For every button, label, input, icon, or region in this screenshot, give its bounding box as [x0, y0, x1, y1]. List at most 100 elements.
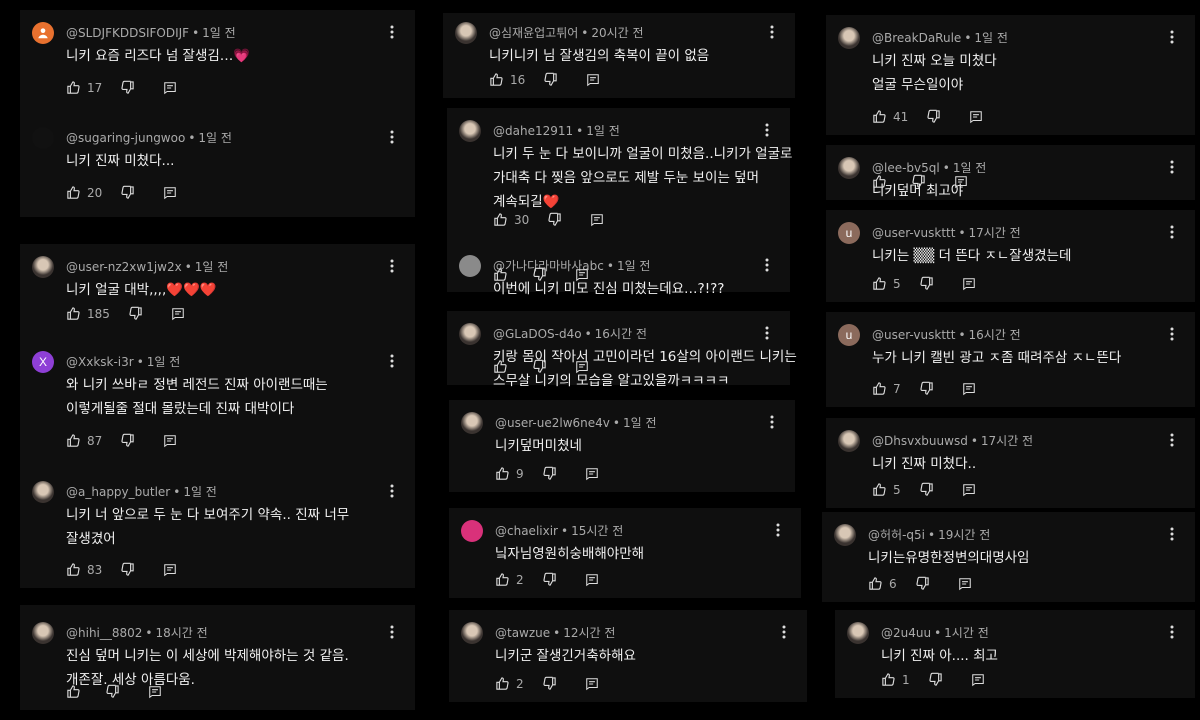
more-vert-icon[interactable]	[760, 122, 774, 138]
like-button[interactable]: 30	[493, 212, 529, 227]
like-button[interactable]: 6	[868, 576, 897, 591]
reply-button[interactable]	[163, 186, 177, 200]
dislike-button[interactable]	[915, 576, 930, 591]
comment-time[interactable]: 1일 전	[617, 259, 651, 273]
more-vert-icon[interactable]	[765, 24, 779, 40]
reply-button[interactable]	[971, 673, 985, 687]
comment-author[interactable]: @user-vuskttt	[872, 226, 955, 240]
avatar[interactable]	[459, 323, 481, 345]
more-vert-icon[interactable]	[385, 483, 399, 499]
comment-author[interactable]: @lee-bv5ql	[872, 161, 940, 175]
avatar[interactable]	[32, 127, 54, 149]
comment-time[interactable]: 1일 전	[974, 31, 1008, 45]
comment-author[interactable]: @심재윤업고튀어	[489, 26, 578, 40]
like-button[interactable]: 83	[66, 562, 102, 577]
like-button[interactable]: 41	[872, 109, 908, 124]
comment-time[interactable]: 1일 전	[183, 485, 217, 499]
like-button[interactable]: 1	[881, 672, 910, 687]
comment-time[interactable]: 17시간 전	[981, 434, 1033, 448]
more-vert-icon[interactable]	[385, 24, 399, 40]
more-vert-icon[interactable]	[760, 257, 774, 273]
more-vert-icon[interactable]	[760, 325, 774, 341]
dislike-button[interactable]	[120, 433, 135, 448]
comment-time[interactable]: 15시간 전	[571, 524, 623, 538]
avatar[interactable]	[461, 622, 483, 644]
like-button[interactable]: 20	[66, 185, 102, 200]
reply-button[interactable]	[163, 563, 177, 577]
like-button[interactable]: 2	[495, 572, 524, 587]
avatar[interactable]	[459, 120, 481, 142]
comment-time[interactable]: 1일 전	[195, 260, 229, 274]
dislike-button[interactable]	[542, 572, 557, 587]
dislike-button[interactable]	[105, 684, 120, 699]
like-button[interactable]	[872, 174, 893, 189]
comment-author[interactable]: @user-ue2lw6ne4v	[495, 416, 610, 430]
comment-author[interactable]: @chaelixir	[495, 524, 558, 538]
reply-button[interactable]	[962, 277, 976, 291]
avatar[interactable]	[838, 430, 860, 452]
comment-author[interactable]: @Dhsvxbuuwsd	[872, 434, 968, 448]
avatar[interactable]	[32, 22, 54, 44]
more-vert-icon[interactable]	[385, 258, 399, 274]
comment-time[interactable]: 12시간 전	[563, 626, 615, 640]
reply-button[interactable]	[969, 110, 983, 124]
avatar[interactable]	[32, 622, 54, 644]
dislike-button[interactable]	[120, 185, 135, 200]
more-vert-icon[interactable]	[385, 129, 399, 145]
avatar[interactable]	[461, 412, 483, 434]
comment-author[interactable]: @허허-q5i	[868, 528, 925, 542]
like-button[interactable]: 5	[872, 482, 901, 497]
comment-author[interactable]: @Xxksk-i3r	[66, 355, 134, 369]
dislike-button[interactable]	[542, 676, 557, 691]
comment-author[interactable]: @user-nz2xw1jw2x	[66, 260, 182, 274]
comment-time[interactable]: 18시간 전	[156, 626, 208, 640]
comment-author[interactable]: @GLaDOS-d4o	[493, 327, 582, 341]
reply-button[interactable]	[585, 677, 599, 691]
reply-button[interactable]	[585, 573, 599, 587]
comment-time[interactable]: 17시간 전	[969, 226, 1021, 240]
reply-button[interactable]	[575, 268, 589, 282]
reply-button[interactable]	[163, 434, 177, 448]
comment-author[interactable]: @tawzue	[495, 626, 550, 640]
avatar[interactable]: u	[838, 222, 860, 244]
dislike-button[interactable]	[542, 466, 557, 481]
comment-author[interactable]: @SLDJFKDDSIFODIJF	[66, 26, 189, 40]
more-vert-icon[interactable]	[1165, 432, 1179, 448]
avatar[interactable]	[838, 27, 860, 49]
avatar[interactable]	[461, 520, 483, 542]
comment-time[interactable]: 20시간 전	[591, 26, 643, 40]
avatar[interactable]: u	[838, 324, 860, 346]
like-button[interactable]: 17	[66, 80, 102, 95]
comment-time[interactable]: 19시간 전	[938, 528, 990, 542]
comment-time[interactable]: 16시간 전	[595, 327, 647, 341]
more-vert-icon[interactable]	[1165, 624, 1179, 640]
comment-author[interactable]: @hihi__8802	[66, 626, 142, 640]
comment-author[interactable]: @BreakDaRule	[872, 31, 961, 45]
like-button[interactable]: 9	[495, 466, 524, 481]
avatar[interactable]	[455, 22, 477, 44]
more-vert-icon[interactable]	[777, 624, 791, 640]
like-button[interactable]	[493, 359, 514, 374]
reply-button[interactable]	[148, 685, 162, 699]
dislike-button[interactable]	[919, 381, 934, 396]
avatar[interactable]	[834, 524, 856, 546]
avatar[interactable]	[32, 481, 54, 503]
reply-button[interactable]	[171, 307, 185, 321]
avatar[interactable]	[838, 157, 860, 179]
dislike-button[interactable]	[120, 80, 135, 95]
like-button[interactable]	[66, 684, 87, 699]
reply-button[interactable]	[163, 81, 177, 95]
more-vert-icon[interactable]	[1165, 29, 1179, 45]
avatar[interactable]: X	[32, 351, 54, 373]
like-button[interactable]: 2	[495, 676, 524, 691]
like-button[interactable]: 87	[66, 433, 102, 448]
reply-button[interactable]	[954, 175, 968, 189]
dislike-button[interactable]	[128, 306, 143, 321]
like-button[interactable]: 16	[489, 72, 525, 87]
comment-time[interactable]: 1일 전	[586, 124, 620, 138]
comment-author[interactable]: @2u4uu	[881, 626, 931, 640]
comment-author[interactable]: @sugaring-jungwoo	[66, 131, 185, 145]
like-button[interactable]: 7	[872, 381, 901, 396]
reply-button[interactable]	[585, 467, 599, 481]
dislike-button[interactable]	[532, 359, 547, 374]
